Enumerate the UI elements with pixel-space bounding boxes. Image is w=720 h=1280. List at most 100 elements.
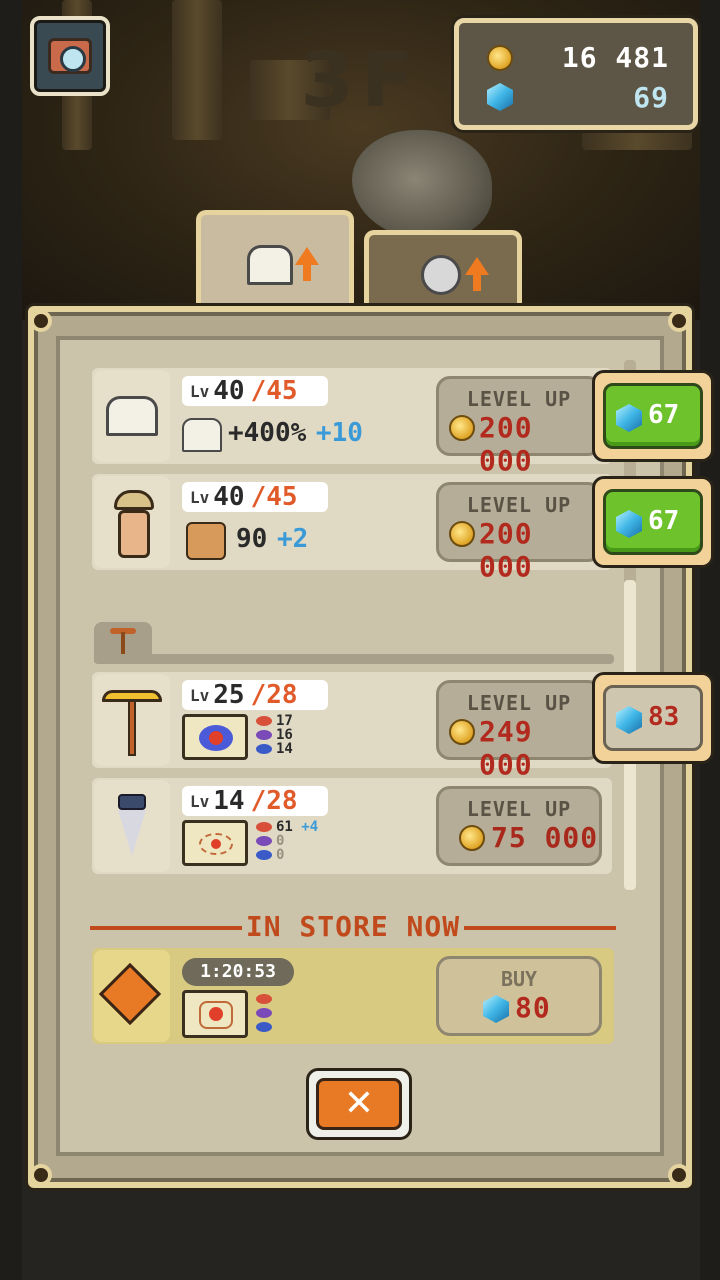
pickaxe-section-icon <box>121 632 125 656</box>
tab-building-upgrades[interactable] <box>196 210 354 310</box>
section-divider <box>94 654 614 664</box>
lv-prefix: Lv <box>190 487 210 507</box>
ore-yield-blue: 14 <box>276 741 293 757</box>
panel-corner-ornament <box>30 1164 52 1186</box>
level-up-label: LEVEL UP <box>466 493 572 517</box>
explorer-worker-icon <box>118 510 150 558</box>
blue-ore-icon <box>256 744 272 754</box>
level-max: /45 <box>250 376 298 406</box>
level-up-price: 200 000 <box>479 517 533 583</box>
drill-motor <box>118 794 146 810</box>
gem-cost: 67 <box>648 400 680 430</box>
gold-coin-icon <box>449 521 475 547</box>
icon-box <box>94 950 170 1042</box>
ore-map-card <box>182 820 248 866</box>
gem-upgrade-button-frame: 83 <box>592 672 714 764</box>
level-up-button[interactable]: LEVEL UP 200 000 <box>436 482 602 583</box>
red-ore-icon <box>256 716 272 726</box>
close-button[interactable]: ✕ <box>306 1068 412 1140</box>
gold-coin-icon <box>449 719 475 745</box>
store-rule-right <box>464 926 616 930</box>
gold-coin-icon <box>487 45 513 71</box>
blue-ore-icon <box>256 1022 272 1032</box>
level-current: 40 <box>213 376 245 406</box>
level-up-label: LEVEL UP <box>466 387 572 411</box>
level-max: /45 <box>250 482 298 512</box>
tab-robot-upgrades[interactable] <box>364 230 522 310</box>
ore-yield-increase: +4 <box>301 819 319 835</box>
red-ore-icon <box>256 822 272 832</box>
stat-increase: +2 <box>276 524 309 554</box>
ore-map-card <box>182 990 248 1038</box>
golden-pickaxe-icon <box>128 700 136 756</box>
icon-box <box>94 370 170 462</box>
level-max: /28 <box>250 786 298 816</box>
drill-icon <box>118 810 146 856</box>
purple-ore-icon <box>256 1008 272 1018</box>
level-current: 40 <box>213 482 245 512</box>
lv-prefix: Lv <box>190 381 210 401</box>
arrow-up-icon <box>465 257 489 275</box>
ore-yield-list <box>256 992 276 1034</box>
stat-value: +400% <box>228 418 307 448</box>
store-title: IN STORE NOW <box>245 910 461 943</box>
level-indicator: Lv 40 /45 <box>182 482 328 512</box>
gem-cost: 67 <box>648 506 680 536</box>
ore-core <box>209 731 223 745</box>
ore-yield-list: 61 +4 0 0 <box>256 820 318 862</box>
icon-box <box>94 476 170 568</box>
level-up-price: 75 000 <box>491 821 599 854</box>
red-ore-icon <box>256 994 272 1004</box>
level-up-price: 200 000 <box>479 411 533 477</box>
level-up-price: 249 000 <box>479 715 533 781</box>
explorer-hat <box>114 490 154 510</box>
blue-ore-icon <box>256 850 272 860</box>
lv-prefix: Lv <box>190 685 210 705</box>
store-rule-left <box>90 926 242 930</box>
level-up-label: LEVEL UP <box>466 797 572 821</box>
level-indicator: Lv 25 /28 <box>182 680 328 710</box>
gold-coin-icon <box>449 415 475 441</box>
panel-corner-ornament <box>30 310 52 332</box>
ore-yield-blue: 0 <box>276 847 285 863</box>
icon-box <box>94 674 170 766</box>
robot-upgrade-icon <box>421 255 461 295</box>
ore-yield-list: 17 16 14 <box>256 714 293 756</box>
gem-icon <box>483 995 509 1023</box>
level-up-button[interactable]: LEVEL UP 75 000 <box>436 786 602 866</box>
level-up-button[interactable]: LEVEL UP 249 000 <box>436 680 602 781</box>
gem-icon <box>616 404 642 432</box>
buy-label: BUY <box>500 967 538 991</box>
close-icon: ✕ <box>316 1078 402 1130</box>
level-max: /28 <box>250 680 298 710</box>
gem-upgrade-button[interactable]: 83 <box>603 685 703 751</box>
gem-upgrade-button[interactable]: 67 <box>603 489 703 555</box>
buy-button[interactable]: BUY 80 <box>436 956 602 1036</box>
lv-prefix: Lv <box>190 791 210 811</box>
camera-icon <box>48 38 92 74</box>
gem-icon <box>487 83 513 111</box>
level-indicator: Lv 14 /28 <box>182 786 328 816</box>
museum-building-icon <box>106 396 158 436</box>
gem-cost: 83 <box>648 702 680 732</box>
museum-income-icon <box>182 418 222 452</box>
icon-box <box>94 780 170 872</box>
arrow-stem <box>473 275 481 291</box>
store-timer: 1:20:53 <box>182 958 294 986</box>
camera-button[interactable] <box>30 16 110 96</box>
level-current: 25 <box>213 680 245 710</box>
level-indicator: Lv 40 /45 <box>182 376 328 406</box>
currency-panel: 16 481 69 <box>454 18 698 130</box>
gem-amount: 69 <box>633 81 669 114</box>
panel-corner-ornament <box>668 1164 690 1186</box>
gem-upgrade-button-frame: 67 <box>592 370 714 462</box>
stat-line: 90 +2 <box>236 524 308 554</box>
left-edge <box>0 0 22 1280</box>
gold-amount: 16 481 <box>561 41 669 74</box>
level-up-button[interactable]: LEVEL UP 200 000 <box>436 376 602 477</box>
gem-upgrade-button[interactable]: 67 <box>603 383 703 449</box>
stat-increase: +10 <box>315 418 363 448</box>
gold-coin-icon <box>459 825 485 851</box>
right-edge <box>700 0 720 1280</box>
gem-icon <box>616 510 642 538</box>
